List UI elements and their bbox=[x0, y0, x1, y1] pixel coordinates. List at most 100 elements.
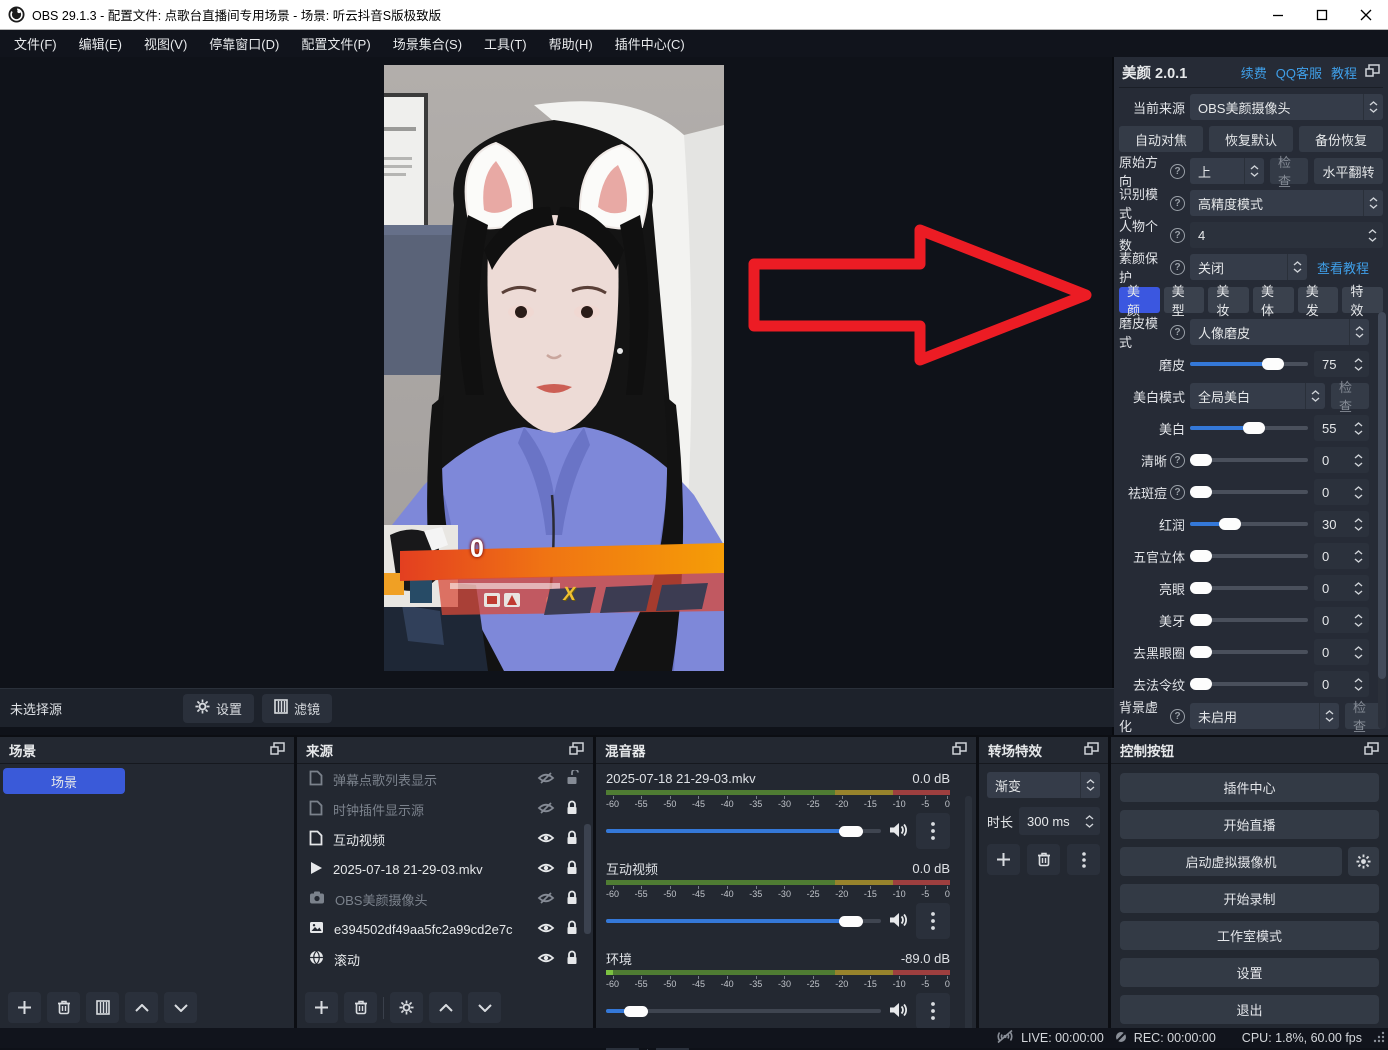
smooth-slider[interactable] bbox=[1190, 358, 1308, 370]
popout-icon[interactable] bbox=[270, 742, 285, 758]
popout-icon[interactable] bbox=[952, 742, 967, 758]
slider-handle[interactable] bbox=[1243, 422, 1265, 434]
popout-icon[interactable] bbox=[1084, 742, 1099, 758]
spinner-arrows-icon[interactable] bbox=[1351, 358, 1369, 371]
slider-handle[interactable] bbox=[624, 1006, 648, 1017]
slider-handle[interactable] bbox=[1190, 582, 1212, 594]
tutorial-link[interactable]: 教程 bbox=[1331, 63, 1357, 82]
close-button[interactable] bbox=[1344, 0, 1388, 30]
spinner-arrows-icon[interactable] bbox=[1351, 486, 1369, 499]
slider-handle[interactable] bbox=[1219, 518, 1241, 530]
tab-face-shape[interactable]: 美型 bbox=[1164, 287, 1205, 313]
lock-icon[interactable] bbox=[565, 890, 579, 908]
speaker-icon[interactable] bbox=[889, 822, 908, 841]
resize-grip-icon[interactable] bbox=[1372, 1030, 1385, 1046]
orientation-check-button[interactable]: 检查 bbox=[1270, 158, 1308, 184]
studio-mode-button[interactable]: 工作室模式 bbox=[1120, 921, 1379, 950]
remove-source-button[interactable] bbox=[344, 992, 377, 1023]
autofocus-button[interactable]: 自动对焦 bbox=[1119, 126, 1203, 152]
nasolabial-slider[interactable] bbox=[1190, 678, 1308, 690]
start-recording-button[interactable]: 开始录制 bbox=[1120, 884, 1379, 913]
menu-profile[interactable]: 配置文件(P) bbox=[291, 30, 380, 57]
tab-beauty[interactable]: 美颜 bbox=[1119, 287, 1160, 313]
blemish-value[interactable]: 0 bbox=[1314, 479, 1369, 505]
lock-icon[interactable] bbox=[565, 920, 579, 938]
lock-icon[interactable] bbox=[565, 800, 579, 818]
speaker-icon[interactable] bbox=[889, 912, 908, 931]
help-icon[interactable]: ? bbox=[1170, 164, 1185, 179]
slider-handle[interactable] bbox=[1190, 486, 1212, 498]
whiten-mode-dropdown[interactable]: 全局美白 bbox=[1190, 383, 1325, 409]
speaker-icon[interactable] bbox=[889, 1002, 908, 1021]
eye-off-icon[interactable] bbox=[537, 801, 555, 818]
restore-defaults-button[interactable]: 恢复默认 bbox=[1209, 126, 1293, 152]
eye-off-icon[interactable] bbox=[537, 891, 555, 908]
recognition-mode-dropdown[interactable]: 高精度模式 bbox=[1190, 190, 1383, 216]
tab-hair[interactable]: 美发 bbox=[1298, 287, 1339, 313]
bright-eyes-value[interactable]: 0 bbox=[1314, 575, 1369, 601]
slider-handle[interactable] bbox=[1190, 646, 1212, 658]
orientation-dropdown[interactable]: 上 bbox=[1190, 158, 1264, 184]
view-tutorial-link[interactable]: 查看教程 bbox=[1317, 258, 1369, 277]
nasolabial-value[interactable]: 0 bbox=[1314, 671, 1369, 697]
lock-icon[interactable] bbox=[565, 830, 579, 848]
bare-face-protect-dropdown[interactable]: 关闭 bbox=[1190, 254, 1307, 280]
smooth-mode-dropdown[interactable]: 人像磨皮 bbox=[1190, 319, 1369, 345]
spinner-arrows-icon[interactable] bbox=[1351, 454, 1369, 467]
eye-icon[interactable] bbox=[537, 831, 555, 848]
scene-filters-button[interactable] bbox=[86, 992, 119, 1023]
scene-item[interactable]: 场景 bbox=[3, 768, 125, 794]
source-row[interactable]: 时钟插件显示源 bbox=[297, 794, 593, 824]
dark-circles-value[interactable]: 0 bbox=[1314, 639, 1369, 665]
sources-scrollbar[interactable] bbox=[584, 824, 591, 934]
add-scene-button[interactable] bbox=[8, 992, 41, 1023]
spinner-arrows-icon[interactable] bbox=[1351, 646, 1369, 659]
popout-icon[interactable] bbox=[569, 742, 584, 758]
tab-makeup[interactable]: 美妆 bbox=[1208, 287, 1249, 313]
whiten-value[interactable]: 55 bbox=[1314, 415, 1369, 441]
tab-body[interactable]: 美体 bbox=[1253, 287, 1294, 313]
virtual-camera-settings-button[interactable] bbox=[1348, 847, 1379, 876]
help-icon[interactable]: ? bbox=[1170, 228, 1185, 243]
slider-handle[interactable] bbox=[1262, 358, 1284, 370]
source-row[interactable]: 2025-07-18 21-29-03.mkv bbox=[297, 854, 593, 884]
mixer-scrollbar[interactable] bbox=[965, 796, 972, 1038]
renew-link[interactable]: 续费 bbox=[1241, 63, 1267, 82]
lock-icon[interactable] bbox=[565, 860, 579, 878]
source-row[interactable]: 滚动 bbox=[297, 944, 593, 974]
help-icon[interactable]: ? bbox=[1170, 325, 1185, 340]
slider-handle[interactable] bbox=[1190, 550, 1212, 562]
exit-button[interactable]: 退出 bbox=[1120, 995, 1379, 1024]
help-icon[interactable]: ? bbox=[1170, 260, 1185, 275]
spinner-arrows-icon[interactable] bbox=[1351, 550, 1369, 563]
source-row[interactable]: 弹幕点歌列表显示 bbox=[297, 764, 593, 794]
eye-icon[interactable] bbox=[537, 861, 555, 878]
spinner-arrows-icon[interactable] bbox=[1351, 678, 1369, 691]
track-options-button[interactable] bbox=[916, 903, 950, 939]
face-3d-slider[interactable] bbox=[1190, 550, 1308, 562]
teeth-value[interactable]: 0 bbox=[1314, 607, 1369, 633]
plugin-center-button[interactable]: 插件中心 bbox=[1120, 773, 1379, 802]
video-preview[interactable]: 0 X bbox=[384, 65, 724, 671]
volume-slider[interactable] bbox=[606, 915, 881, 927]
clarity-slider[interactable] bbox=[1190, 454, 1308, 466]
whiten-slider[interactable] bbox=[1190, 422, 1308, 434]
rosy-slider[interactable] bbox=[1190, 518, 1308, 530]
volume-slider[interactable] bbox=[606, 825, 881, 837]
help-icon[interactable]: ? bbox=[1170, 485, 1185, 500]
slider-handle[interactable] bbox=[839, 826, 863, 837]
remove-scene-button[interactable] bbox=[47, 992, 80, 1023]
volume-slider[interactable] bbox=[606, 1005, 881, 1017]
menu-plugin-center[interactable]: 插件中心(C) bbox=[605, 30, 695, 57]
add-transition-button[interactable] bbox=[987, 844, 1020, 875]
menu-scene-collection[interactable]: 场景集合(S) bbox=[383, 30, 472, 57]
blemish-slider[interactable] bbox=[1190, 486, 1308, 498]
menu-help[interactable]: 帮助(H) bbox=[539, 30, 603, 57]
transition-duration-spinner[interactable]: 300 ms bbox=[1019, 807, 1100, 835]
menu-file[interactable]: 文件(F) bbox=[4, 30, 67, 57]
spinner-arrows-icon[interactable] bbox=[1082, 815, 1100, 828]
teeth-slider[interactable] bbox=[1190, 614, 1308, 626]
menu-docks[interactable]: 停靠窗口(D) bbox=[199, 30, 289, 57]
slider-handle[interactable] bbox=[839, 916, 863, 927]
start-virtual-camera-button[interactable]: 启动虚拟摄像机 bbox=[1120, 847, 1342, 876]
